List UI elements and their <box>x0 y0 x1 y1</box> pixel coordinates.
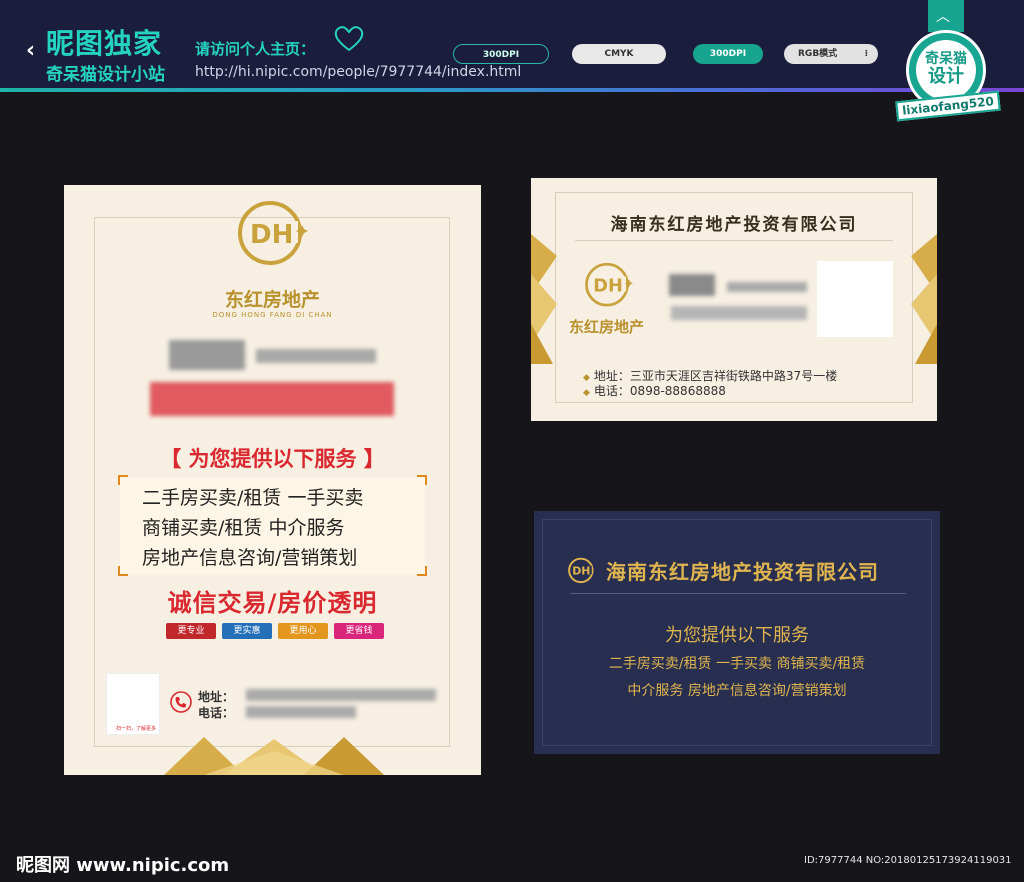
tag-badge: 更专业 <box>166 623 216 639</box>
svg-text:DH: DH <box>593 277 623 297</box>
tag-badge: 更用心 <box>278 623 328 639</box>
homepage-link[interactable]: http://hi.nipic.com/people/7977744/index… <box>195 64 521 80</box>
image-id: ID:7977744 NO:20180125173924119031 <box>804 855 1012 866</box>
card-phone: ◆ 电话：0898-88868888 <box>583 382 726 399</box>
divider <box>575 240 893 241</box>
service-line: 商铺买卖/租赁 中介服务 <box>142 517 345 539</box>
card-company-name: 东红房地产 <box>569 318 645 336</box>
dh-logo-icon: DH <box>585 262 633 307</box>
blurred-phone-number <box>246 706 356 718</box>
corner-mark <box>417 566 427 576</box>
corner-mark <box>118 566 128 576</box>
visit-label: 请访问个人主页： <box>195 40 316 58</box>
flyer-slogan: 诚信交易/房价透明 <box>167 589 378 617</box>
card-service-line: 中介服务 房地产信息咨询/营销策划 <box>627 683 847 699</box>
color-mode-label: RGB模式 <box>798 49 838 59</box>
badge-text-2: 设计 <box>928 66 964 87</box>
business-card-cream: 海南东红房地产投资有限公司 DH 东红房地产 ◆ 地址：三亚市天涯区吉祥街铁路中路… <box>531 178 937 421</box>
dpi-pill: 300DPI <box>453 44 549 64</box>
phone-icon <box>170 691 192 713</box>
svg-text:DH: DH <box>572 565 590 578</box>
back-icon[interactable]: ‹ <box>26 38 35 63</box>
card-service-title: 为您提供以下服务 <box>665 625 809 646</box>
badge-username: lixiaofang520 <box>895 90 1001 122</box>
card-phone-text: 电话：0898-88868888 <box>593 384 726 398</box>
blurred-detail <box>671 306 807 320</box>
flyer-service-title: 【 为您提供以下服务 】 <box>160 447 385 471</box>
brand-title: 昵图独家 <box>46 27 163 60</box>
card-company-title: 海南东红房地产投资有限公司 <box>610 215 858 235</box>
heart-icon[interactable] <box>334 26 364 52</box>
card-service-line: 二手房买卖/租赁 一手买卖 商铺买卖/租赁 <box>608 656 866 672</box>
dh-logo-icon: DH <box>238 201 308 265</box>
dropdown-icon: ⁝ <box>864 49 868 59</box>
flyer-phone-label: 电话： <box>198 706 235 720</box>
gold-ornament-right <box>911 234 937 364</box>
service-line: 房地产信息咨询/营销策划 <box>142 547 358 569</box>
svg-text:DH: DH <box>250 220 293 250</box>
header-divider <box>0 88 1024 92</box>
qr-caption: 扫一扫，了解更多 <box>115 726 156 732</box>
cmyk-pill: CMYK <box>572 44 666 64</box>
card-company-title: 海南东红房地产投资有限公司 <box>606 560 879 584</box>
gold-ornament-left <box>531 234 557 364</box>
blurred-name <box>669 274 715 296</box>
card-address-text: 地址：三亚市天涯区吉祥街铁路中路37号一楼 <box>593 369 838 383</box>
site-logo[interactable]: 昵图网 www.nipic.com <box>16 851 229 877</box>
blurred-title <box>727 282 807 292</box>
service-line: 二手房买卖/租赁 一手买卖 <box>142 487 364 509</box>
blurred-name <box>169 340 245 370</box>
color-mode-select[interactable]: RGB模式 ⁝ <box>784 44 878 64</box>
corner-mark <box>417 475 427 485</box>
flyer-preview: DH 东红房地产 DONG HONG FANG DI CHAN 【 为您提供以下… <box>64 185 481 775</box>
gold-ornament <box>164 737 384 775</box>
flyer-company-pinyin: DONG HONG FANG DI CHAN <box>212 311 333 319</box>
chevron-up-icon: ︿ <box>936 9 950 25</box>
flyer-address-label: 地址： <box>198 690 235 704</box>
blurred-address <box>246 689 436 701</box>
business-card-dark: DH 海南东红房地产投资有限公司 为您提供以下服务 二手房买卖/租赁 一手买卖 … <box>534 511 940 754</box>
dpi-pill-active: 300DPI <box>693 44 763 64</box>
designer-badge[interactable]: 奇呆猫 设计 <box>916 40 976 100</box>
tag-badge: 更省钱 <box>334 623 384 639</box>
photo-placeholder <box>817 261 893 337</box>
tag-badge: 更实惠 <box>222 623 272 639</box>
blurred-phone <box>150 382 394 416</box>
service-box: 二手房买卖/租赁 一手买卖 商铺买卖/租赁 中介服务 房地产信息咨询/营销策划 <box>118 475 427 576</box>
bullet-icon: ◆ <box>583 388 590 398</box>
blurred-title <box>256 349 376 363</box>
corner-mark <box>118 475 128 485</box>
divider <box>570 593 906 594</box>
brand-subtitle: 奇呆猫设计小站 <box>46 65 165 85</box>
flyer-company-name: 东红房地产 <box>224 289 320 311</box>
dh-logo-icon: DH <box>568 557 594 584</box>
